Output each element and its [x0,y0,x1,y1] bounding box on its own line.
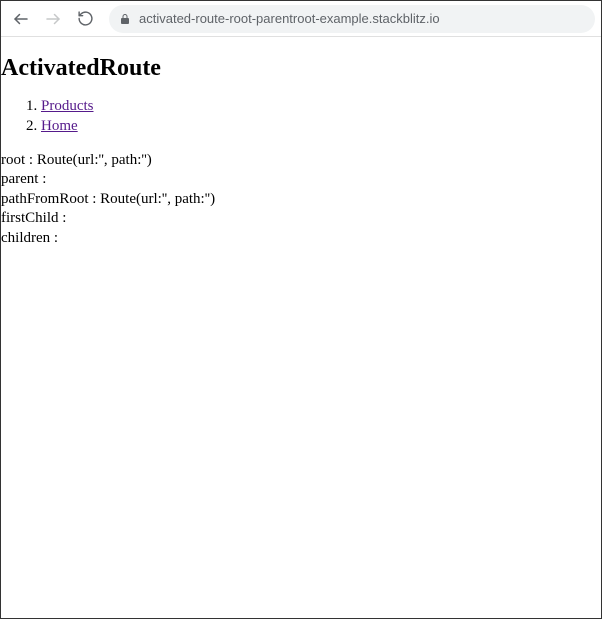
page-content: ActivatedRoute Products Home root : Rout… [1,37,601,618]
forward-button[interactable] [39,5,67,33]
page-title: ActivatedRoute [1,55,601,82]
arrow-left-icon [12,10,30,28]
route-debug-block: root : Route(url:'', path:'') parent : p… [1,151,601,249]
list-item: Home [41,116,601,136]
arrow-right-icon [44,10,62,28]
debug-root: root : Route(url:'', path:'') [1,151,601,171]
nav-link-products[interactable]: Products [41,98,94,114]
debug-parent: parent : [1,170,601,190]
address-bar[interactable]: activated-route-root-parentroot-example.… [109,5,595,33]
debug-pathfromroot: pathFromRoot : Route(url:'', path:'') [1,190,601,210]
back-button[interactable] [7,5,35,33]
nav-list: Products Home [1,96,601,137]
debug-firstchild: firstChild : [1,209,601,229]
address-url: activated-route-root-parentroot-example.… [139,11,440,26]
lock-icon [119,13,131,25]
list-item: Products [41,96,601,116]
browser-toolbar: activated-route-root-parentroot-example.… [1,1,601,37]
nav-link-home[interactable]: Home [41,118,78,134]
reload-icon [77,10,94,27]
debug-children: children : [1,229,601,249]
reload-button[interactable] [71,5,99,33]
